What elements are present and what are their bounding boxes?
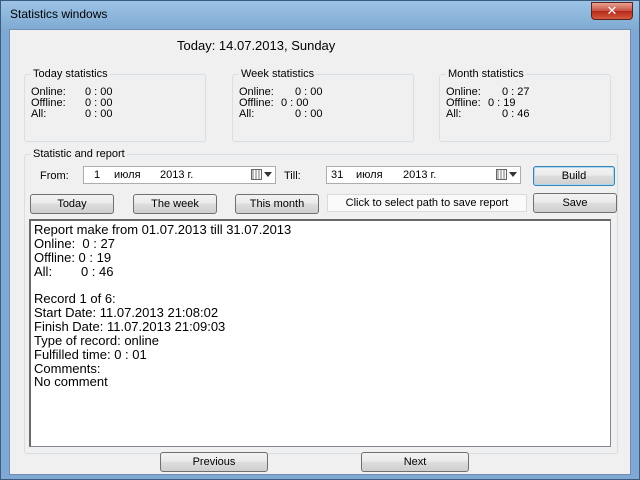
till-calendar-button[interactable] [494, 169, 518, 181]
close-button[interactable]: ✕ [591, 2, 633, 20]
calendar-icon [496, 169, 507, 180]
build-button[interactable]: Build [533, 166, 615, 186]
from-calendar-button[interactable] [249, 169, 273, 181]
close-icon: ✕ [606, 3, 618, 19]
calendar-icon [251, 169, 262, 180]
stat-value: 0 : 00 [295, 108, 323, 120]
month-button[interactable]: This month [235, 194, 319, 214]
stat-label: All: [239, 108, 255, 120]
report-line: Online: 0 : 27 [34, 236, 115, 251]
chevron-down-icon [264, 172, 272, 177]
till-day[interactable]: 31 [331, 169, 343, 181]
report-line: Report make from 01.07.2013 till 31.07.2… [34, 222, 292, 237]
statistics-window: Statistics windows ✕ Today: 14.07.2013, … [0, 0, 640, 480]
group-title: Statistic and report [31, 148, 127, 160]
chevron-down-icon [509, 172, 517, 177]
stat-value: 0 : 00 [85, 108, 113, 120]
save-path-field[interactable]: Click to select path to save report [327, 194, 527, 212]
report-line: Finish Date: 11.07.2013 21:09:03 [34, 319, 226, 334]
group-title: Month statistics [446, 68, 526, 80]
today-button[interactable]: Today [30, 194, 114, 214]
window-title: Statistics windows [10, 7, 108, 21]
from-day[interactable]: 1 [94, 169, 100, 181]
week-button[interactable]: The week [133, 194, 217, 214]
till-year[interactable]: 2013 г. [403, 169, 436, 181]
report-line: Type of record: online [34, 333, 160, 348]
stat-label: All: [446, 108, 462, 120]
next-button[interactable]: Next [361, 452, 469, 472]
till-month[interactable]: июля [356, 169, 383, 181]
till-date-picker[interactable]: 31 июля 2013 г. [326, 166, 521, 184]
previous-button[interactable]: Previous [160, 452, 268, 472]
group-title: Week statistics [239, 68, 317, 80]
report-line: All: 0 : 46 [34, 264, 114, 279]
today-date: Today: 14.07.2013, Sunday [177, 38, 336, 53]
month-statistics-group: Month statistics Online: 0 : 27 Offline:… [439, 68, 611, 142]
save-button[interactable]: Save [533, 193, 617, 213]
stat-value: 0 : 46 [502, 108, 530, 120]
report-textarea[interactable]: Report make from 01.07.2013 till 31.07.2… [29, 219, 611, 447]
report-line: No comment [34, 374, 108, 389]
report-line: Fulfilled time: 0 : 01 [34, 347, 147, 362]
till-label: Till: [284, 170, 301, 182]
client-area: Today: 14.07.2013, Sunday Today statisti… [9, 29, 631, 475]
report-line: Start Date: 11.07.2013 21:08:02 [34, 305, 219, 320]
report-line: Record 1 of 6: [34, 291, 116, 306]
stat-label: All: [31, 108, 47, 120]
group-title: Today statistics [31, 68, 110, 80]
from-label: From: [40, 170, 69, 182]
title-bar[interactable]: Statistics windows ✕ [1, 1, 639, 29]
from-date-picker[interactable]: 1 июля 2013 г. [83, 166, 276, 184]
from-month[interactable]: июля [114, 169, 141, 181]
from-year[interactable]: 2013 г. [160, 169, 193, 181]
today-statistics-group: Today statistics Online: 0 : 00 Offline:… [24, 68, 206, 142]
report-line: Offline: 0 : 19 [34, 250, 112, 265]
week-statistics-group: Week statistics Online: 0 : 00 Offline: … [232, 68, 414, 142]
